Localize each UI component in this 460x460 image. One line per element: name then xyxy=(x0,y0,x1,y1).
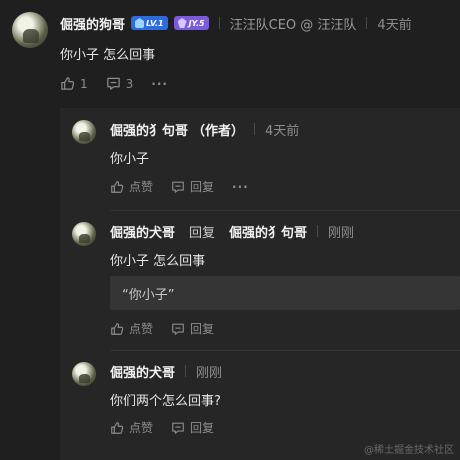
watermark: @稀土掘金技术社区 xyxy=(364,445,454,456)
thumbs-up-icon xyxy=(111,180,124,193)
user-name[interactable]: 倔强的犬哥 xyxy=(110,222,175,241)
comment-icon xyxy=(172,422,184,434)
author-tag: （作者） xyxy=(192,123,245,139)
level-badge: LV.1 xyxy=(131,16,168,30)
quoted-text: “你小子” xyxy=(110,276,460,310)
reply-button[interactable]: 回复 xyxy=(171,178,214,195)
level-icon xyxy=(135,18,145,28)
avatar[interactable] xyxy=(72,362,96,386)
reply-header: 倔强的犭句哥 （作者） 4天前 xyxy=(110,120,300,139)
thumbs-up-icon xyxy=(111,322,124,335)
like-count: 1 xyxy=(80,76,88,91)
divider xyxy=(185,365,187,377)
comment-icon xyxy=(172,323,184,335)
divider xyxy=(218,17,220,29)
timestamp: 刚刚 xyxy=(328,225,355,241)
user-name[interactable]: 倔强的犭句哥 xyxy=(110,120,188,139)
reply-divider xyxy=(110,350,460,351)
reply-header: 倔强的犬哥 回复 倔强的犭句哥 刚刚 xyxy=(110,222,355,241)
reply-label: 回复 xyxy=(190,322,215,336)
reply-content: 你小子 怎么回事 xyxy=(110,254,206,269)
reply-actions: 点赞 回复 ··· xyxy=(110,178,267,195)
reply-content: 你们两个怎么回事? xyxy=(110,394,221,409)
reply-button[interactable]: 回复 xyxy=(171,419,214,436)
divider xyxy=(317,225,319,237)
reply-target-name[interactable]: 倔强的犭句哥 xyxy=(229,222,307,241)
more-button[interactable]: ··· xyxy=(151,77,168,91)
jy-icon xyxy=(177,18,187,28)
user-title: 汪汪队CEO @ 汪汪队 xyxy=(229,17,357,33)
timestamp: 4天前 xyxy=(377,17,412,33)
thumbs-up-icon xyxy=(61,77,75,90)
avatar[interactable] xyxy=(12,12,48,48)
reply-actions: 点赞 回复 xyxy=(110,419,232,436)
comment-icon xyxy=(172,181,184,193)
avatar[interactable] xyxy=(72,120,96,144)
reply-actions: 点赞 回复 xyxy=(110,320,232,337)
reply-label: 回复 xyxy=(190,421,215,435)
reply-button[interactable]: 回复 xyxy=(171,320,214,337)
like-label: 点赞 xyxy=(129,322,154,336)
comment-button[interactable]: 3 xyxy=(106,76,134,91)
level-text: LV.1 xyxy=(146,18,164,28)
user-name[interactable]: 倔强的犬哥 xyxy=(110,362,175,381)
reply-to-label: 回复 xyxy=(189,225,216,241)
comment-count: 3 xyxy=(125,76,134,91)
timestamp: 4天前 xyxy=(265,123,300,139)
jy-badge: JY.5 xyxy=(173,16,209,30)
like-label: 点赞 xyxy=(129,180,154,194)
jy-text: JY.5 xyxy=(188,18,205,28)
comment-actions: 1 3 ··· xyxy=(60,76,186,91)
reply-content: 你小子 xyxy=(110,152,150,167)
reply-divider xyxy=(110,210,460,211)
more-button[interactable]: ··· xyxy=(232,180,249,194)
comment-header: 倔强的狗哥 LV.1 JY.5 汪汪队CEO @ 汪汪队 4天前 xyxy=(60,14,412,33)
like-button[interactable]: 点赞 xyxy=(110,419,153,436)
like-button[interactable]: 1 xyxy=(60,76,88,91)
reply-label: 回复 xyxy=(190,180,215,194)
divider xyxy=(254,123,256,135)
timestamp: 刚刚 xyxy=(196,365,223,381)
thumbs-up-icon xyxy=(111,421,124,434)
comment-content: 你小子 怎么回事 xyxy=(60,48,156,63)
like-button[interactable]: 点赞 xyxy=(110,320,153,337)
divider xyxy=(366,17,368,29)
reply-header: 倔强的犬哥 刚刚 xyxy=(110,362,223,381)
avatar[interactable] xyxy=(72,222,96,246)
like-button[interactable]: 点赞 xyxy=(110,178,153,195)
comment-icon xyxy=(106,77,120,90)
like-label: 点赞 xyxy=(129,421,154,435)
user-name[interactable]: 倔强的狗哥 xyxy=(60,14,125,33)
